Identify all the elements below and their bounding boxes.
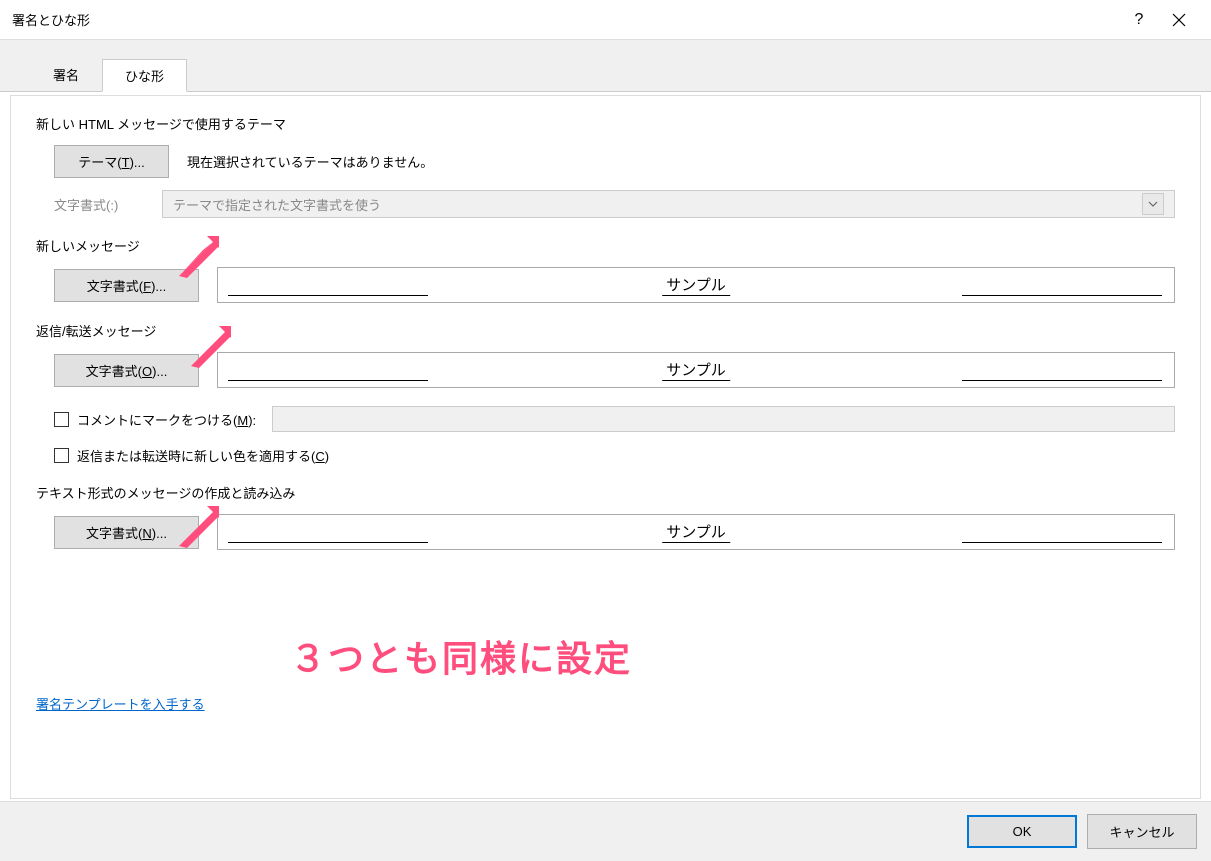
plaintext-font-button[interactable]: 文字書式(N)... xyxy=(54,516,199,549)
annotation-text: ３つとも同様に設定 xyxy=(290,630,632,682)
reply-forward-font-button[interactable]: 文字書式(O)... xyxy=(54,354,199,387)
new-message-sample: サンプル xyxy=(217,267,1175,303)
tab-signature[interactable]: 署名 xyxy=(30,58,102,91)
signature-template-link[interactable]: 署名テンプレートを入手する xyxy=(36,694,205,713)
plaintext-sample: サンプル xyxy=(217,514,1175,550)
mark-comment-input xyxy=(272,406,1175,432)
reply-forward-sample: サンプル xyxy=(217,352,1175,388)
tab-stationery[interactable]: ひな形 xyxy=(102,59,187,92)
dialog-footer: OK キャンセル xyxy=(0,801,1211,861)
new-color-label: 返信または転送時に新しい色を適用する(C) xyxy=(77,446,329,465)
close-button[interactable] xyxy=(1159,0,1199,40)
mark-comment-row: コメントにマークをつける(M): xyxy=(54,406,1175,432)
ok-button[interactable]: OK xyxy=(967,815,1077,848)
main-panel: 新しい HTML メッセージで使用するテーマ テーマ(T)... 現在選択されて… xyxy=(10,95,1201,799)
new-message-font-button[interactable]: 文字書式(F)... xyxy=(54,269,199,302)
plaintext-label: テキスト形式のメッセージの作成と読み込み xyxy=(36,483,1175,502)
reply-forward-label: 返信/転送メッセージ xyxy=(36,321,1175,340)
chevron-down-icon xyxy=(1142,193,1164,215)
mark-comment-label: コメントにマークをつける(M): xyxy=(77,410,256,429)
font-format-label: 文字書式(:) xyxy=(54,195,144,214)
theme-button[interactable]: テーマ(T)... xyxy=(54,145,169,178)
new-message-label: 新しいメッセージ xyxy=(36,236,1175,255)
content-area: 新しい HTML メッセージで使用するテーマ テーマ(T)... 現在選択されて… xyxy=(11,96,1200,550)
theme-section-label: 新しい HTML メッセージで使用するテーマ xyxy=(36,114,1175,133)
theme-status: 現在選択されているテーマはありません。 xyxy=(187,152,433,171)
close-icon xyxy=(1172,13,1186,27)
dropdown-value: テーマで指定された文字書式を使う xyxy=(173,195,381,214)
new-color-row: 返信または転送時に新しい色を適用する(C) xyxy=(54,446,1175,465)
window-title: 署名とひな形 xyxy=(12,10,1119,29)
titlebar: 署名とひな形 ? xyxy=(0,0,1211,40)
new-color-checkbox[interactable] xyxy=(54,448,69,463)
font-format-dropdown: テーマで指定された文字書式を使う xyxy=(162,190,1175,218)
cancel-button[interactable]: キャンセル xyxy=(1087,814,1197,849)
mark-comment-checkbox[interactable] xyxy=(54,412,69,427)
help-button[interactable]: ? xyxy=(1119,0,1159,40)
tab-bar: 署名 ひな形 xyxy=(0,40,1211,92)
